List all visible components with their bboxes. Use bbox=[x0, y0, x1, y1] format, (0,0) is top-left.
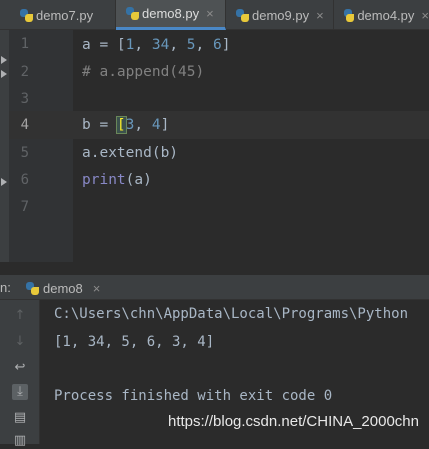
tab-demo8[interactable]: demo8.py × bbox=[116, 0, 226, 30]
console-line: Process finished with exit code 0 bbox=[54, 388, 333, 404]
code-token: (a) bbox=[125, 172, 152, 188]
project-panel-strip bbox=[0, 30, 9, 262]
code-token: , bbox=[134, 37, 152, 53]
close-icon[interactable]: × bbox=[93, 281, 101, 296]
close-icon[interactable]: × bbox=[421, 8, 429, 23]
console-line: C:\Users\chn\AppData\Local\Programs\Pyth… bbox=[54, 306, 409, 322]
run-panel-header: n: demo8 × bbox=[0, 274, 429, 300]
line-number: 6 bbox=[20, 172, 29, 188]
run-tool-window-label: n: bbox=[0, 280, 11, 295]
tab-demo9[interactable]: demo9.py × bbox=[226, 0, 334, 30]
expand-arrow-icon[interactable] bbox=[1, 70, 7, 78]
line-number: 2 bbox=[20, 64, 29, 80]
down-arrow-icon[interactable]: ↓ bbox=[12, 334, 28, 350]
number-literal: 34 bbox=[151, 37, 170, 53]
code-token: b = bbox=[82, 117, 117, 133]
python-file-icon bbox=[344, 8, 355, 22]
run-toolbar: ↑ ↓ ↩ ⤓ ▤ ▥ bbox=[0, 300, 40, 448]
current-line-highlight bbox=[9, 111, 429, 139]
trash-icon[interactable]: ▥ bbox=[12, 433, 28, 449]
python-file-icon bbox=[20, 8, 33, 22]
close-icon[interactable]: × bbox=[316, 8, 324, 23]
tab-label: demo7.py bbox=[36, 7, 94, 23]
console-line: [1, 34, 5, 6, 3, 4] bbox=[54, 334, 215, 350]
matched-bracket: [ bbox=[115, 116, 127, 134]
code-line-6[interactable]: print(a) bbox=[82, 166, 152, 194]
line-number: 1 bbox=[20, 36, 29, 52]
tab-label: demo4.py bbox=[357, 7, 415, 23]
python-file-icon bbox=[236, 8, 249, 22]
builtin-function: print bbox=[82, 172, 126, 188]
expand-arrow-icon[interactable] bbox=[1, 56, 7, 64]
print-icon[interactable]: ▤ bbox=[12, 410, 28, 426]
code-line-5[interactable]: a.extend(b) bbox=[82, 139, 178, 167]
number-literal: 6 bbox=[213, 37, 222, 53]
code-line-2-comment[interactable]: # a.append(45) bbox=[82, 58, 204, 86]
code-token: , bbox=[169, 37, 187, 53]
run-tab-demo8[interactable]: demo8 × bbox=[26, 275, 100, 301]
expand-arrow-icon[interactable] bbox=[1, 178, 7, 186]
code-line-1[interactable]: a = [1, 34, 5, 6] bbox=[82, 31, 230, 59]
watermark: https://blog.csdn.net/CHINA_2000chn bbox=[168, 413, 419, 430]
line-number: 3 bbox=[20, 91, 29, 107]
tab-demo7[interactable]: demo7.py bbox=[8, 0, 116, 30]
python-file-icon bbox=[126, 7, 139, 20]
python-file-icon bbox=[26, 281, 39, 295]
up-arrow-icon[interactable]: ↑ bbox=[12, 308, 28, 324]
line-number: 7 bbox=[20, 199, 29, 215]
run-tab-label: demo8 bbox=[43, 280, 83, 296]
number-literal: 5 bbox=[186, 37, 196, 53]
code-token: ] bbox=[221, 37, 231, 53]
tab-demo4[interactable]: demo4.py × bbox=[334, 0, 429, 30]
soft-wrap-icon[interactable]: ↩ bbox=[12, 360, 28, 376]
code-token: ] bbox=[160, 117, 170, 133]
editor-tab-bar: demo7.py demo8.py × demo9.py × demo4.py … bbox=[0, 0, 429, 30]
code-token: , bbox=[134, 117, 152, 133]
line-number: 5 bbox=[20, 145, 29, 161]
close-icon[interactable]: × bbox=[206, 6, 214, 21]
scroll-to-end-icon[interactable]: ⤓ bbox=[12, 384, 28, 400]
code-token: , bbox=[195, 37, 213, 53]
tab-label: demo8.py bbox=[142, 6, 200, 21]
code-line-4[interactable]: b = [3, 4] bbox=[82, 111, 169, 139]
number-literal: 4 bbox=[151, 117, 161, 133]
line-number: 4 bbox=[20, 117, 29, 133]
tab-label: demo9.py bbox=[252, 7, 310, 23]
code-token: a = [ bbox=[82, 37, 126, 53]
